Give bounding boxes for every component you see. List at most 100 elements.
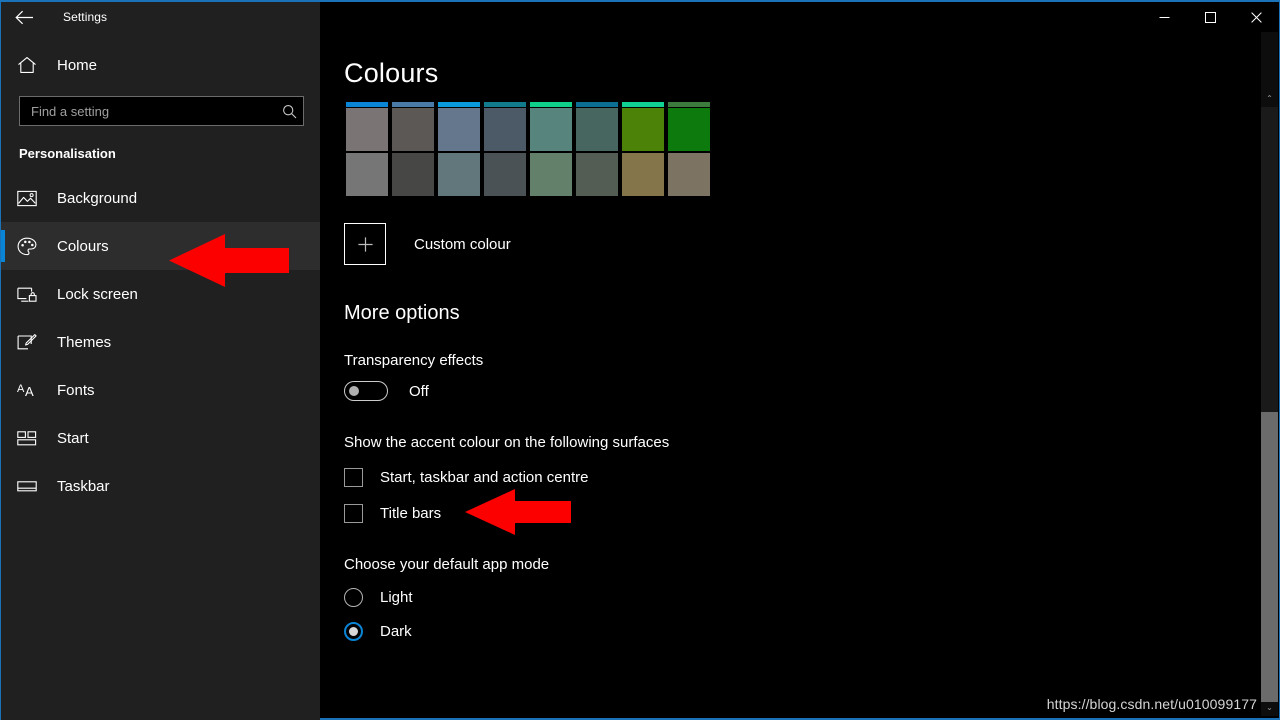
swatch-column xyxy=(390,102,436,198)
title-bar: Settings xyxy=(1,2,1279,32)
sidebar-label-themes: Themes xyxy=(57,333,112,351)
swatch-column xyxy=(344,102,390,198)
accent-swatch[interactable] xyxy=(438,108,480,151)
sidebar-item-lock-screen[interactable]: Lock screen xyxy=(1,270,320,318)
sidebar-home-label: Home xyxy=(57,56,98,74)
accent-strip xyxy=(484,102,526,107)
accent-strip xyxy=(668,102,710,107)
checkbox-title-bars[interactable] xyxy=(344,504,363,523)
window-controls xyxy=(320,2,1279,32)
page-title: Colours xyxy=(344,58,439,88)
image-icon xyxy=(17,190,49,207)
swatch-column xyxy=(528,102,574,198)
custom-colour-button[interactable]: Custom colour xyxy=(344,223,511,265)
radio-dark-dot xyxy=(349,627,358,636)
close-button[interactable] xyxy=(1233,2,1279,32)
scroll-up-arrow-icon[interactable]: ⌃ xyxy=(1261,90,1278,107)
start-tiles-icon xyxy=(17,430,49,446)
home-icon xyxy=(17,56,49,74)
accent-surfaces-group-label: Show the accent colour on the following … xyxy=(344,434,670,451)
sidebar-label-taskbar: Taskbar xyxy=(57,477,110,495)
transparency-effects-state: Off xyxy=(409,382,429,400)
svg-text:A: A xyxy=(25,384,34,399)
transparency-effects-label: Transparency effects xyxy=(344,352,484,369)
radio-label-dark: Dark xyxy=(380,623,412,640)
scrollbar-track[interactable] xyxy=(1261,107,1278,702)
accent-swatch[interactable] xyxy=(668,153,710,196)
swatch-column xyxy=(620,102,666,198)
checkbox-row-title-bars[interactable]: Title bars xyxy=(344,504,441,523)
sidebar-item-taskbar[interactable]: Taskbar xyxy=(1,462,320,510)
maximize-button[interactable] xyxy=(1187,2,1233,32)
palette-icon xyxy=(17,237,49,256)
accent-swatch[interactable] xyxy=(668,108,710,151)
accent-swatch[interactable] xyxy=(576,153,618,196)
settings-window: Settings Home Find a setting Personalisa… xyxy=(0,0,1280,720)
swatch-column xyxy=(482,102,528,198)
accent-swatch[interactable] xyxy=(622,153,664,196)
accent-swatch[interactable] xyxy=(392,153,434,196)
radio-row-dark[interactable]: Dark xyxy=(344,622,412,641)
sidebar-label-fonts: Fonts xyxy=(57,381,95,399)
accent-swatch[interactable] xyxy=(346,108,388,151)
scroll-down-arrow-icon[interactable]: ⌄ xyxy=(1261,699,1278,716)
sidebar-nav-list: Background Colours Lock screen Themes A … xyxy=(1,174,320,510)
swatch-column xyxy=(666,102,712,198)
sidebar-item-themes[interactable]: Themes xyxy=(1,318,320,366)
sidebar-label-colours: Colours xyxy=(57,237,109,255)
sidebar-label-start: Start xyxy=(57,429,89,447)
accent-swatch[interactable] xyxy=(438,153,480,196)
radio-dark[interactable] xyxy=(344,622,363,641)
accent-swatch[interactable] xyxy=(530,108,572,151)
accent-swatch[interactable] xyxy=(622,108,664,151)
themes-brush-icon xyxy=(17,333,49,352)
accent-colour-grid xyxy=(344,102,712,198)
radio-label-light: Light xyxy=(380,589,413,606)
sidebar-item-background[interactable]: Background xyxy=(1,174,320,222)
radio-light[interactable] xyxy=(344,588,363,607)
lock-screen-icon xyxy=(17,286,49,303)
search-input[interactable] xyxy=(20,97,275,125)
accent-swatch[interactable] xyxy=(484,108,526,151)
svg-text:A: A xyxy=(17,383,25,395)
sidebar-label-lock-screen: Lock screen xyxy=(57,285,138,303)
accent-swatch[interactable] xyxy=(346,153,388,196)
accent-strip xyxy=(530,102,572,107)
plus-icon xyxy=(344,223,386,265)
swatch-column xyxy=(574,102,620,198)
fonts-aa-icon: A A xyxy=(17,381,49,399)
accent-strip xyxy=(346,102,388,107)
app-mode-group-label: Choose your default app mode xyxy=(344,556,550,573)
search-box[interactable] xyxy=(19,96,304,126)
custom-colour-label: Custom colour xyxy=(414,235,511,253)
sidebar-item-start[interactable]: Start xyxy=(1,414,320,462)
accent-strip xyxy=(622,102,664,107)
toggle-knob xyxy=(349,386,359,396)
transparency-effects-row: Off xyxy=(344,381,1278,401)
sidebar-item-colours[interactable]: Colours xyxy=(1,222,320,270)
vertical-scrollbar[interactable]: ⌃ ⌄ xyxy=(1261,32,1278,716)
title-bar-left: Settings xyxy=(1,2,320,32)
minimize-button[interactable] xyxy=(1141,2,1187,32)
accent-swatch[interactable] xyxy=(392,108,434,151)
radio-row-light[interactable]: Light xyxy=(344,588,413,607)
sidebar-item-home[interactable]: Home xyxy=(1,45,320,85)
sidebar-item-fonts[interactable]: A A Fonts xyxy=(1,366,320,414)
accent-swatch[interactable] xyxy=(530,153,572,196)
back-button[interactable] xyxy=(1,2,47,32)
scrollbar-thumb[interactable] xyxy=(1261,412,1278,702)
accent-strip xyxy=(576,102,618,107)
sidebar-label-background: Background xyxy=(57,189,138,207)
checkbox-label-start-taskbar: Start, taskbar and action centre xyxy=(380,469,589,486)
checkbox-start-taskbar-action-centre[interactable] xyxy=(344,468,363,487)
accent-strip xyxy=(438,102,480,107)
search-icon[interactable] xyxy=(275,104,303,119)
accent-strip xyxy=(392,102,434,107)
accent-swatch[interactable] xyxy=(484,153,526,196)
checkbox-row-start-taskbar[interactable]: Start, taskbar and action centre xyxy=(344,468,588,487)
transparency-effects-toggle[interactable] xyxy=(344,381,388,401)
more-options-title: More options xyxy=(344,302,460,324)
sidebar: Home Personalisation xyxy=(1,32,320,720)
accent-swatch[interactable] xyxy=(576,108,618,151)
taskbar-icon xyxy=(17,480,49,493)
